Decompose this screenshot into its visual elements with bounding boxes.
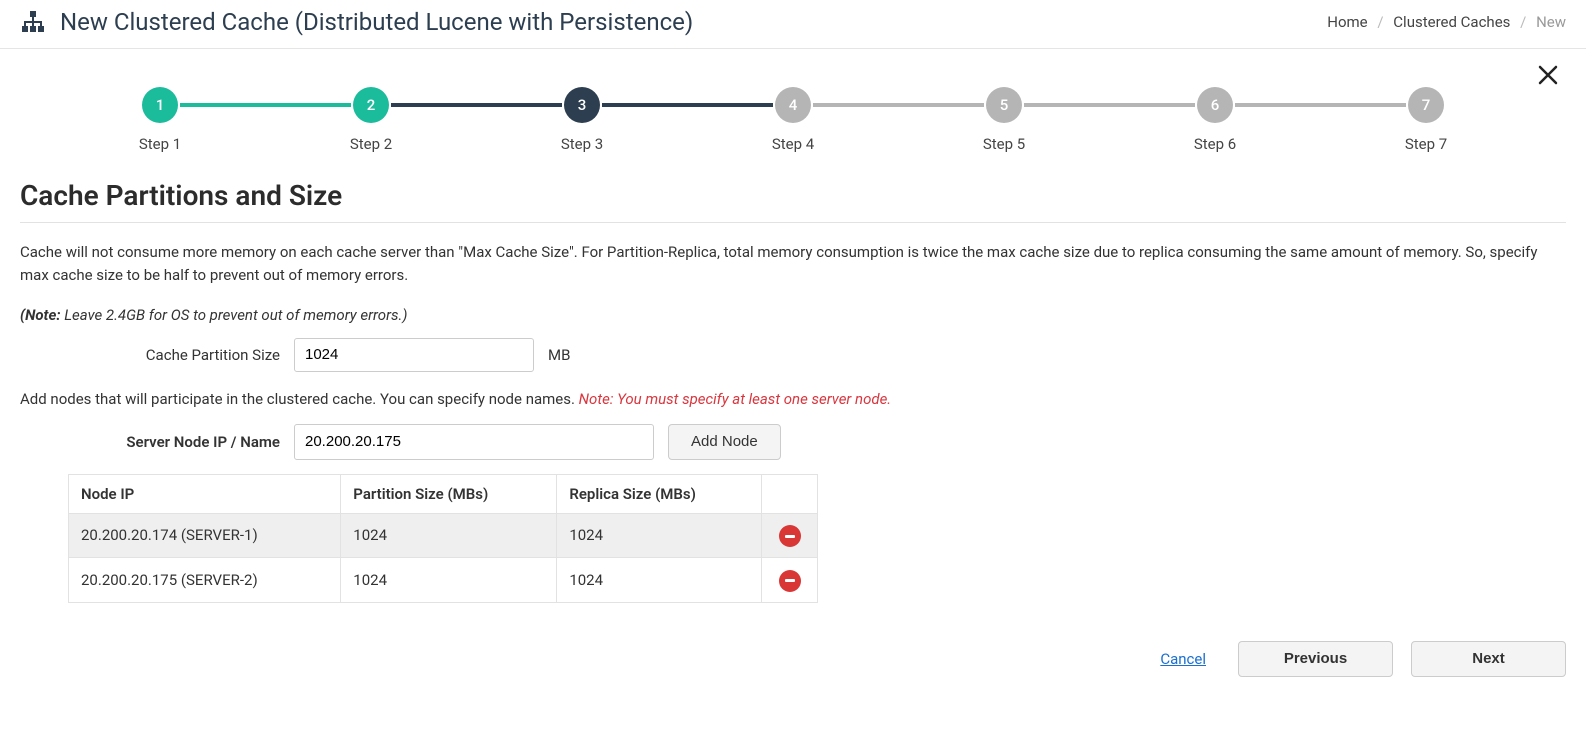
step-circle: 6: [1197, 87, 1233, 123]
section-description: Cache will not consume more memory on ea…: [20, 241, 1566, 288]
step-connector: [180, 103, 351, 107]
add-nodes-text: Add nodes that will participate in the c…: [20, 390, 579, 408]
breadcrumb-home[interactable]: Home: [1327, 13, 1367, 31]
page-title: New Clustered Cache (Distributed Lucene …: [60, 8, 693, 36]
breadcrumb: Home / Clustered Caches / New: [1327, 13, 1566, 31]
cell-partition: 1024: [341, 558, 557, 603]
step-label: Step 5: [983, 135, 1025, 153]
step-label: Step 2: [350, 135, 392, 153]
step-label: Step 6: [1194, 135, 1236, 153]
cell-partition: 1024: [341, 513, 557, 558]
step-label: Step 3: [561, 135, 603, 153]
step-1[interactable]: 1 Step 1: [140, 87, 180, 153]
step-circle: 2: [353, 87, 389, 123]
divider: [20, 222, 1566, 223]
cluster-icon: [20, 11, 46, 33]
step-7[interactable]: 7 Step 7: [1406, 87, 1446, 153]
partition-size-unit: MB: [548, 346, 570, 364]
breadcrumb-sep: /: [1520, 13, 1526, 31]
close-icon[interactable]: [1536, 63, 1560, 87]
add-nodes-line: Add nodes that will participate in the c…: [20, 390, 1566, 408]
step-circle: 4: [775, 87, 811, 123]
cell-action: [762, 513, 818, 558]
add-node-button[interactable]: Add Node: [668, 424, 781, 460]
step-4[interactable]: 4 Step 4: [773, 87, 813, 153]
note-line: (Note: Leave 2.4GB for OS to prevent out…: [20, 306, 1566, 324]
step-6[interactable]: 6 Step 6: [1195, 87, 1235, 153]
step-circle: 5: [986, 87, 1022, 123]
wizard-container: 1 Step 1 2 Step 2 3 Step 3 4 Step 4 5 St…: [0, 49, 1586, 163]
remove-icon[interactable]: [779, 525, 801, 547]
cell-node-ip: 20.200.20.174 (SERVER-1): [69, 513, 341, 558]
th-partition-size: Partition Size (MBs): [341, 474, 557, 513]
section-title: Cache Partitions and Size: [20, 179, 1566, 212]
footer: Cancel Previous Next: [0, 623, 1586, 687]
previous-button[interactable]: Previous: [1238, 641, 1393, 677]
step-label: Step 7: [1405, 135, 1447, 153]
partition-size-row: Cache Partition Size MB: [20, 338, 1566, 372]
step-circle: 7: [1408, 87, 1444, 123]
partition-size-label: Cache Partition Size: [20, 346, 280, 364]
th-actions: [762, 474, 818, 513]
step-2[interactable]: 2 Step 2: [351, 87, 391, 153]
step-connector: [391, 103, 562, 107]
add-nodes-warning: Note: You must specify at least one serv…: [579, 390, 891, 408]
partition-size-input[interactable]: [294, 338, 534, 372]
step-connector: [813, 103, 984, 107]
breadcrumb-sep: /: [1377, 13, 1383, 31]
th-replica-size: Replica Size (MBs): [557, 474, 762, 513]
step-connector: [602, 103, 773, 107]
step-5[interactable]: 5 Step 5: [984, 87, 1024, 153]
table-row: 20.200.20.175 (SERVER-2) 1024 1024: [69, 558, 818, 603]
step-connector: [1024, 103, 1195, 107]
cell-action: [762, 558, 818, 603]
note-label: (Note:: [20, 306, 61, 324]
breadcrumb-caches[interactable]: Clustered Caches: [1393, 13, 1510, 31]
step-circle: 3: [564, 87, 600, 123]
cell-replica: 1024: [557, 558, 762, 603]
next-button[interactable]: Next: [1411, 641, 1566, 677]
note-text: Leave 2.4GB for OS to prevent out of mem…: [61, 306, 408, 324]
header-left: New Clustered Cache (Distributed Lucene …: [20, 8, 693, 36]
step-circle: 1: [142, 87, 178, 123]
cancel-link[interactable]: Cancel: [1160, 650, 1206, 668]
step-connector: [1235, 103, 1406, 107]
th-node-ip: Node IP: [69, 474, 341, 513]
cell-replica: 1024: [557, 513, 762, 558]
add-node-row: Server Node IP / Name Add Node: [20, 424, 1566, 460]
server-node-label: Server Node IP / Name: [20, 433, 280, 451]
step-label: Step 1: [139, 135, 181, 153]
page-header: New Clustered Cache (Distributed Lucene …: [0, 0, 1586, 49]
cell-node-ip: 20.200.20.175 (SERVER-2): [69, 558, 341, 603]
table-header-row: Node IP Partition Size (MBs) Replica Siz…: [69, 474, 818, 513]
stepper: 1 Step 1 2 Step 2 3 Step 3 4 Step 4 5 St…: [40, 69, 1546, 163]
step-label: Step 4: [772, 135, 814, 153]
content: Cache Partitions and Size Cache will not…: [0, 163, 1586, 623]
breadcrumb-current: New: [1536, 13, 1566, 31]
table-row: 20.200.20.174 (SERVER-1) 1024 1024: [69, 513, 818, 558]
nodes-table: Node IP Partition Size (MBs) Replica Siz…: [68, 474, 818, 603]
remove-icon[interactable]: [779, 570, 801, 592]
server-node-input[interactable]: [294, 424, 654, 460]
step-3[interactable]: 3 Step 3: [562, 87, 602, 153]
